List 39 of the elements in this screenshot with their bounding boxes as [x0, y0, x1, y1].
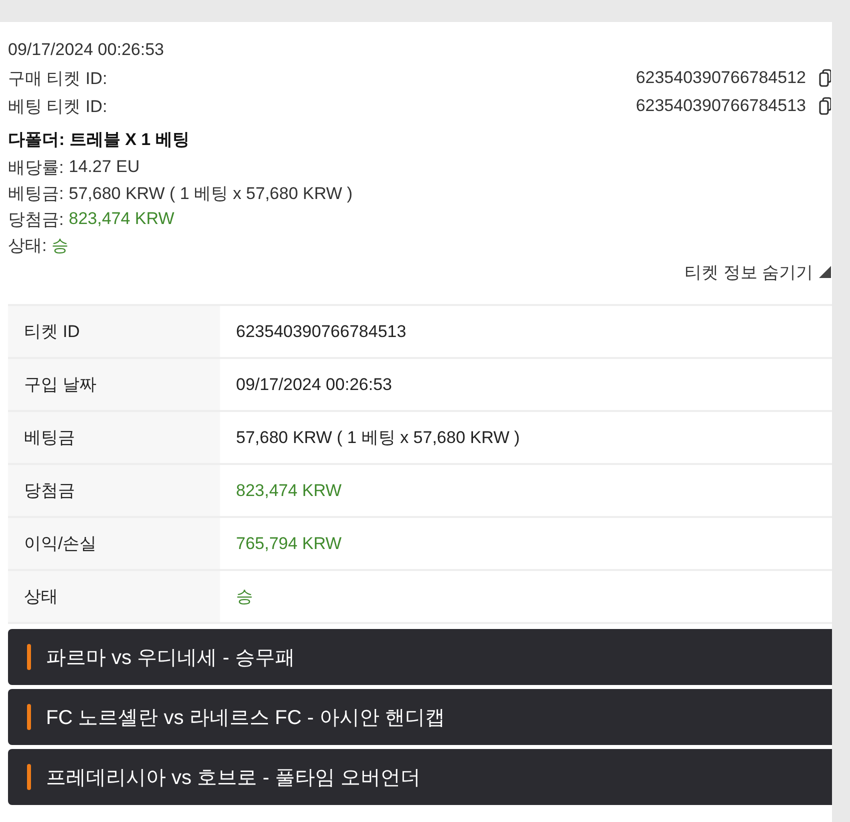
field-label: 베팅금:: [8, 182, 64, 204]
field-value: 승: [52, 234, 69, 256]
match-title: FC 노르셸란 vs 라네르스 FC - 아시안 핸디캡: [46, 706, 445, 730]
match-title: 파르마 vs 우디네세 - 승무패: [46, 646, 295, 670]
bet-title: 다폴더: 트레블 X 1 베팅: [8, 129, 190, 151]
field-label: 당첨금:: [8, 208, 64, 230]
match-bar[interactable]: 파르마 vs 우디네세 - 승무패: [8, 629, 832, 685]
table-value-cell-text: 823,474 KRW: [235, 480, 343, 502]
field-value: 823,474 KRW: [68, 209, 174, 229]
table-value-cell-text: 765,794 KRW: [235, 532, 343, 554]
triangle-icon: [819, 266, 831, 278]
ticket-datetime: 09/17/2024 00:26:53: [8, 40, 164, 60]
copy-button[interactable]: [819, 69, 831, 87]
table-value-cell-text: 57,680 KRW ( 1 베팅 x 57,680 KRW ): [235, 427, 521, 449]
ticket-id-label: 베팅 티켓 ID:: [8, 96, 108, 118]
field-label: 배당률:: [8, 156, 64, 178]
field-label: 상태:: [8, 234, 47, 256]
table-value-cell-text: 09/17/2024 00:26:53: [235, 374, 393, 396]
table-label-cell: 구입 날짜: [8, 359, 220, 410]
field-value: 57,680 KRW ( 1 베팅 x 57,680 KRW ): [68, 182, 352, 204]
table-label-cell: 티켓 ID: [8, 306, 220, 357]
copy-button[interactable]: [819, 97, 831, 115]
marker-icon: [27, 644, 31, 670]
marker-icon: [27, 704, 31, 730]
table-value-cell-text: 623540390766784513: [235, 320, 408, 342]
match-bar[interactable]: FC 노르셸란 vs 라네르스 FC - 아시안 핸디캡: [8, 689, 832, 745]
match-title: 프레데리시아 vs 호브로 - 풀타임 오버언더: [46, 766, 420, 790]
field-value: 14.27 EU: [68, 157, 140, 177]
hide-info-toggle[interactable]: 티켓 정보 숨기기: [684, 260, 832, 284]
table-label-cell: 이익/손실: [8, 518, 220, 569]
marker-icon: [27, 764, 31, 790]
table-value-cell-text: 승: [235, 586, 254, 608]
table-label-cell: 상태: [8, 571, 220, 622]
ticket-id-value: 623540390766784513: [636, 96, 806, 116]
ticket-id-value: 623540390766784512: [636, 68, 806, 88]
table-label-cell: 당첨금: [8, 465, 220, 516]
match-bar[interactable]: 프레데리시아 vs 호브로 - 풀타임 오버언더: [8, 749, 832, 805]
ticket-id-label: 구매 티켓 ID:: [8, 68, 108, 90]
table-label-cell: 베팅금: [8, 412, 220, 463]
